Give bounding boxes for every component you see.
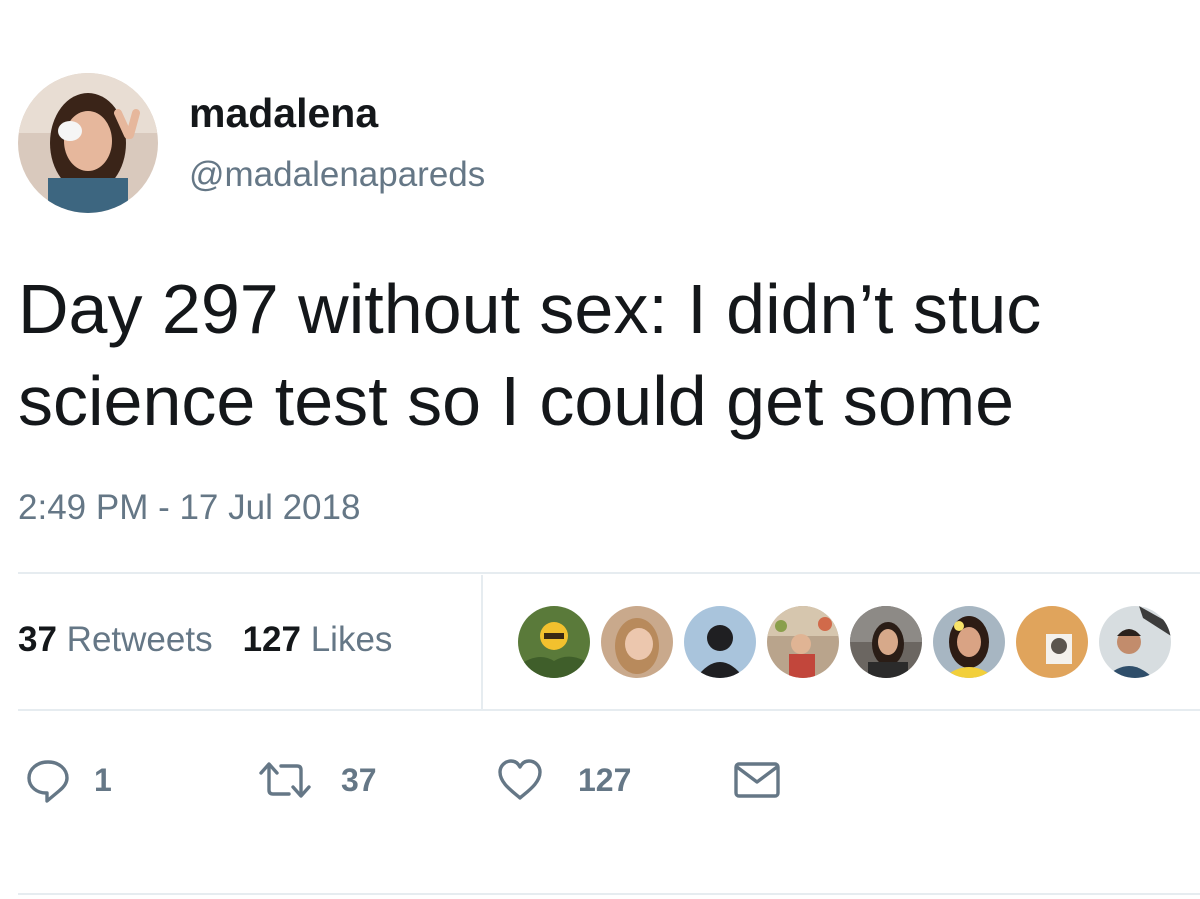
liker-avatar[interactable] [1099, 606, 1171, 678]
likes-stat[interactable]: 127 Likes [243, 618, 393, 662]
tweet-card: madalena @madalenapareds Day 297 without… [0, 0, 1200, 899]
liker-avatar[interactable] [933, 606, 1005, 678]
user-display-name[interactable]: madalena [189, 88, 378, 138]
divider [18, 572, 1200, 574]
retweets-stat[interactable]: 37 Retweets [18, 618, 213, 662]
liker-avatar[interactable] [850, 606, 922, 678]
tweet-actions: 1 37 127 [0, 752, 1200, 808]
divider [18, 893, 1200, 895]
message-button[interactable] [733, 752, 781, 808]
liker-avatar[interactable] [601, 606, 673, 678]
heart-icon [496, 756, 544, 804]
reply-button[interactable]: 1 [24, 752, 112, 808]
stats-divider [481, 575, 483, 710]
envelope-icon [733, 756, 781, 804]
retweets-label: Retweets [66, 620, 213, 659]
liker-avatar[interactable] [1016, 606, 1088, 678]
liker-avatar[interactable] [684, 606, 756, 678]
like-button[interactable]: 127 [496, 752, 631, 808]
liker-avatar[interactable] [767, 606, 839, 678]
reply-count: 1 [94, 761, 112, 798]
likes-label: Likes [310, 620, 393, 659]
retweet-count: 37 [341, 761, 377, 798]
reply-icon [24, 756, 72, 804]
tweet-text: Day 297 without sex: I didn’t stuc scien… [18, 263, 1200, 447]
likers-avatars [518, 606, 1182, 678]
retweet-button[interactable]: 37 [257, 752, 377, 808]
divider [18, 709, 1200, 711]
tweet-timestamp[interactable]: 2:49 PM - 17 Jul 2018 [18, 486, 360, 530]
tweet-text-line: Day 297 without sex: I didn’t stuc [18, 270, 1042, 348]
like-count: 127 [578, 761, 632, 798]
likes-count: 127 [242, 620, 301, 659]
user-avatar[interactable] [18, 73, 158, 213]
liker-avatar[interactable] [518, 606, 590, 678]
tweet-text-line: science test so I could get some [18, 362, 1015, 440]
tweet-stats: 37 Retweets 127 Likes [18, 618, 392, 662]
retweet-icon [257, 756, 313, 804]
retweets-count: 37 [18, 620, 57, 659]
user-handle[interactable]: @madalenapareds [189, 153, 485, 197]
